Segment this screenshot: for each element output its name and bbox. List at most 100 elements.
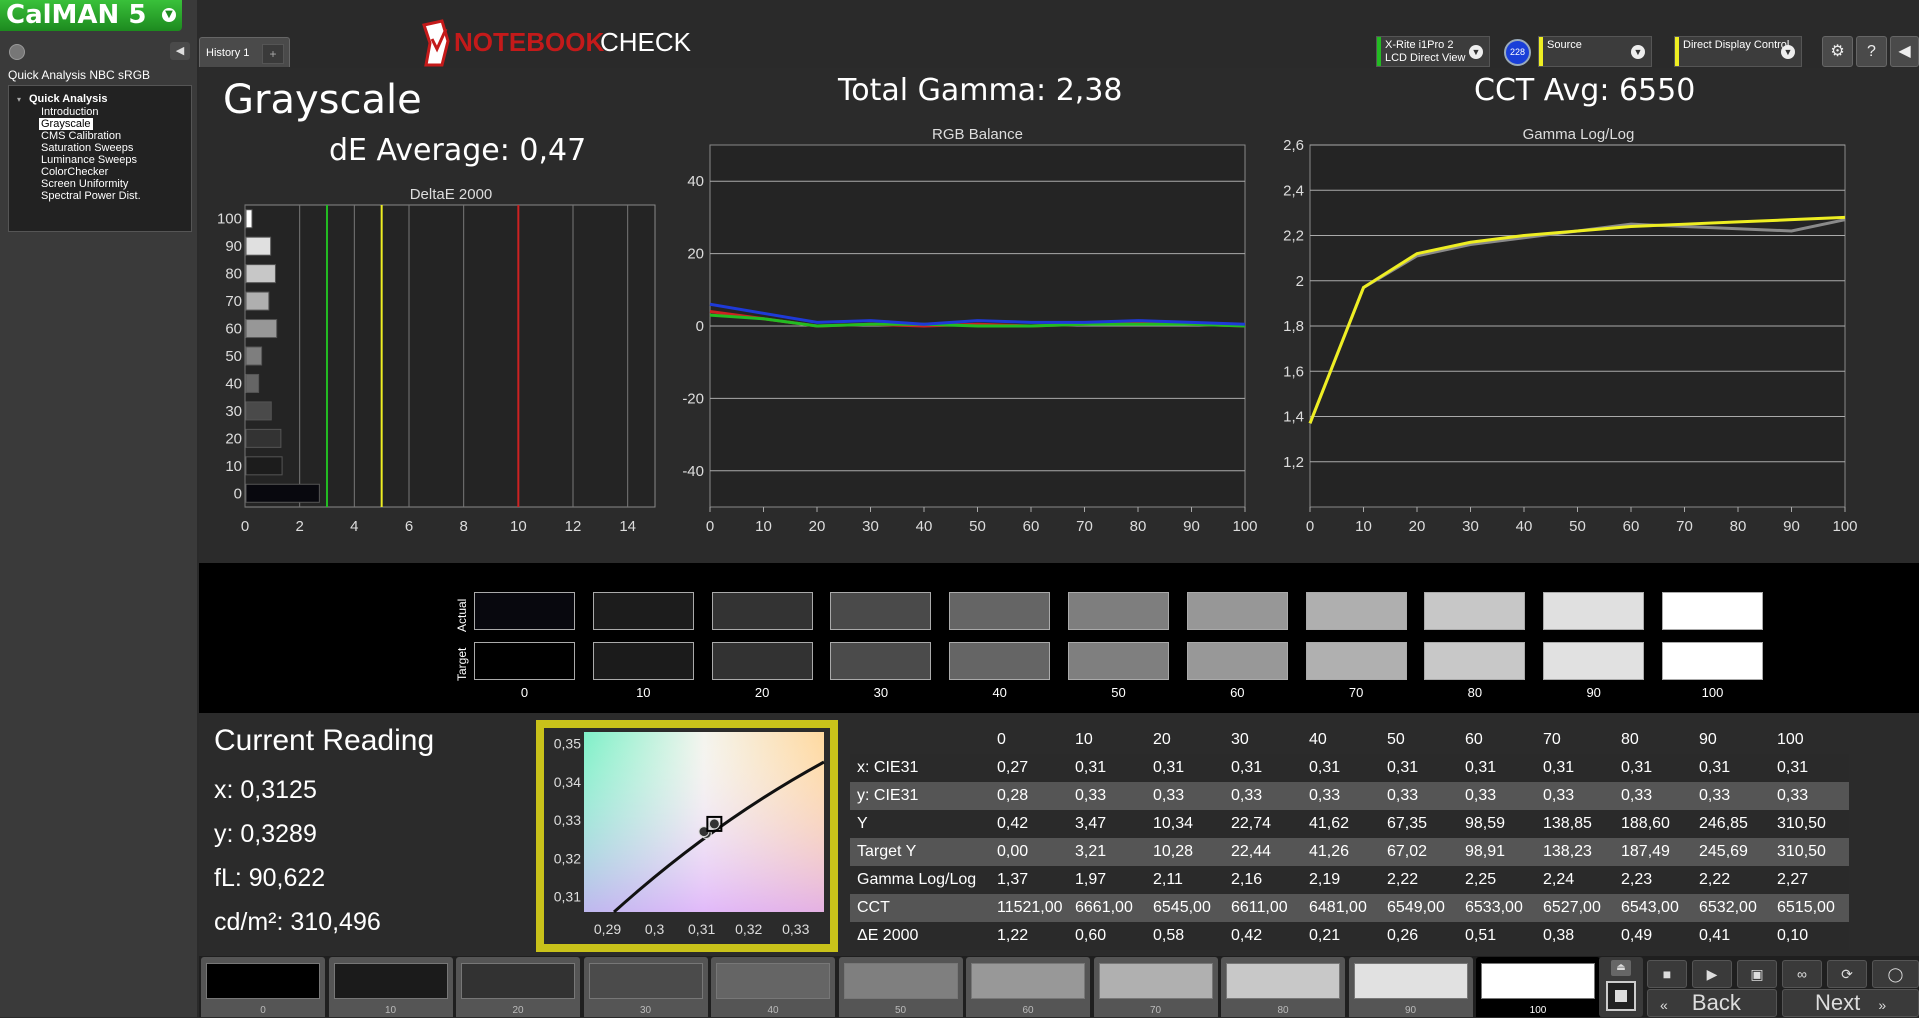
pin-icon[interactable]: [9, 44, 25, 60]
table-cell: 187,49: [1615, 838, 1693, 866]
patch-swatch[interactable]: 40: [711, 957, 835, 1017]
swatch-comparison: [199, 563, 1919, 713]
total-gamma: Total Gamma: 2,38: [838, 73, 1123, 108]
x-tick-label: 0,31: [688, 921, 715, 937]
patch-color: [206, 963, 320, 999]
add-tab-button[interactable]: +: [262, 44, 284, 64]
patch-swatch[interactable]: 50: [838, 957, 963, 1017]
table-cell: 6611,00: [1225, 894, 1303, 922]
table-cell: 188,60: [1615, 810, 1693, 838]
chevron-down-icon[interactable]: ▼: [1781, 45, 1795, 59]
table-cell: 98,59: [1459, 810, 1537, 838]
current-reading-title: Current Reading: [214, 724, 435, 757]
deltae-bar: [245, 291, 270, 311]
nav-item[interactable]: Saturation Sweeps: [41, 142, 133, 154]
x-tick-label: 10: [510, 518, 527, 535]
patch-label: 30: [639, 1005, 652, 1016]
patch-swatch[interactable]: 70: [1093, 957, 1218, 1017]
patch-label: 90: [1404, 1005, 1417, 1016]
help-button[interactable]: ?: [1856, 36, 1887, 67]
y-tick-label: 2,2: [1283, 228, 1304, 245]
back-button[interactable]: « Back: [1647, 989, 1777, 1017]
swatch-label: 80: [1467, 685, 1483, 700]
patch-swatch[interactable]: 30: [583, 957, 708, 1017]
nav-item[interactable]: CMS Calibration: [41, 130, 121, 142]
y-tick-label: 0: [234, 485, 242, 502]
chevron-down-icon[interactable]: ▼: [1631, 45, 1645, 59]
patch-label: 100: [1529, 1005, 1547, 1016]
options-button[interactable]: ◯: [1872, 960, 1919, 988]
play-button[interactable]: ▶: [1692, 960, 1732, 988]
y-tick-label: 1,4: [1283, 409, 1304, 426]
patch-swatch[interactable]: 60: [966, 957, 1090, 1017]
loop-button[interactable]: ∞: [1782, 960, 1822, 988]
next-button[interactable]: Next »: [1782, 989, 1919, 1017]
patch-swatch[interactable]: 10: [328, 957, 453, 1017]
swatch-label: 100: [1701, 685, 1724, 700]
patch-swatch[interactable]: 100: [1476, 957, 1600, 1017]
row-label: Target Y: [850, 838, 991, 866]
logo-text: CalMAN 5: [6, 0, 147, 30]
y-tick-label: 0: [696, 318, 704, 335]
tree-expand-icon[interactable]: ▾: [17, 95, 21, 104]
x-tick-label: 80: [1130, 518, 1147, 535]
table-row: ΔE 2000 1,22 0,60 0,58 0,42 0,21 0,26 0,51 0,38 0…: [850, 922, 1849, 950]
table-header: 100: [1771, 726, 1849, 754]
patch-label: 60: [1022, 1005, 1034, 1016]
patch-swatch[interactable]: 0: [201, 957, 325, 1017]
source-selector[interactable]: Source ▼: [1538, 36, 1652, 67]
patch-swatch[interactable]: 80: [1221, 957, 1345, 1017]
loop-icon: ∞: [1797, 966, 1807, 982]
gamma-chart: 2,6 2,4 2,2 2 1,8 1,6 1,4 1,2 0 10 20 30 40 50 60 70 80 9…: [1283, 140, 1857, 535]
swatch-label: 60: [1230, 685, 1245, 700]
patch-swatch[interactable]: 90: [1348, 957, 1473, 1017]
current-fl: fL: 90,622: [214, 864, 326, 892]
table-cell: 6533,00: [1459, 894, 1537, 922]
nav-item[interactable]: Luminance Sweeps: [41, 154, 137, 166]
y-tick-label: 2,4: [1283, 182, 1304, 199]
display-selector[interactable]: Direct Display Control ▼: [1674, 36, 1802, 67]
calman-logo[interactable]: CalMAN 5 ▼: [0, 0, 182, 31]
table-cell: 1,97: [1069, 866, 1147, 894]
table-cell: 0,31: [1537, 754, 1615, 782]
nav-item[interactable]: Introduction: [41, 106, 98, 118]
save-button[interactable]: ▣: [1737, 960, 1777, 988]
collapse-right-button[interactable]: ◀: [1890, 36, 1919, 67]
x-tick-label: 0: [1306, 518, 1314, 535]
swatch-label: 40: [992, 685, 1007, 700]
deltae-bar: [245, 428, 282, 448]
collapse-arrow-icon[interactable]: ◀: [170, 42, 190, 60]
x-tick-label: 30: [862, 518, 879, 535]
target-swatch: [1068, 642, 1169, 680]
table-cell: 10,28: [1147, 838, 1225, 866]
stop-button[interactable]: ■: [1647, 960, 1687, 988]
x-tick-label: 8: [459, 518, 467, 535]
chevron-down-icon[interactable]: ▼: [162, 8, 176, 22]
x-tick-label: 10: [755, 518, 772, 535]
eject-icon[interactable]: ⏏: [1611, 960, 1631, 976]
nav-item[interactable]: Grayscale: [39, 118, 93, 130]
refresh-button[interactable]: ⟳: [1827, 960, 1867, 988]
meter-selector[interactable]: X-Rite i1Pro 2 LCD Direct View ▼: [1376, 36, 1490, 67]
nav-item[interactable]: ColorChecker: [41, 166, 108, 178]
refresh-icon: ⟳: [1841, 966, 1853, 982]
y-tick-label: 30: [225, 403, 242, 420]
play-icon: ▶: [1706, 966, 1718, 982]
patch-swatch[interactable]: 20: [456, 957, 580, 1017]
actual-swatch: [711, 592, 813, 630]
settings-button[interactable]: ⚙: [1822, 36, 1853, 67]
actual-swatch: [1186, 592, 1288, 630]
table-cell: 0,26: [1381, 922, 1459, 950]
table-cell: 0,28: [991, 782, 1069, 810]
tree-root[interactable]: Quick Analysis: [29, 93, 107, 105]
chevron-down-icon[interactable]: ▼: [1469, 45, 1483, 59]
nav-item[interactable]: Screen Uniformity: [41, 178, 128, 190]
y-tick-label: 60: [225, 321, 242, 338]
x-tick-label: 40: [1516, 518, 1533, 535]
meter-badge[interactable]: 228: [1504, 39, 1531, 66]
stop-record-button[interactable]: [1606, 981, 1636, 1011]
y-tick-label: 0,34: [554, 774, 581, 790]
y-tick-label: 10: [225, 458, 242, 475]
nav-item[interactable]: Spectral Power Dist.: [41, 190, 141, 202]
table-cell: 0,33: [1069, 782, 1147, 810]
